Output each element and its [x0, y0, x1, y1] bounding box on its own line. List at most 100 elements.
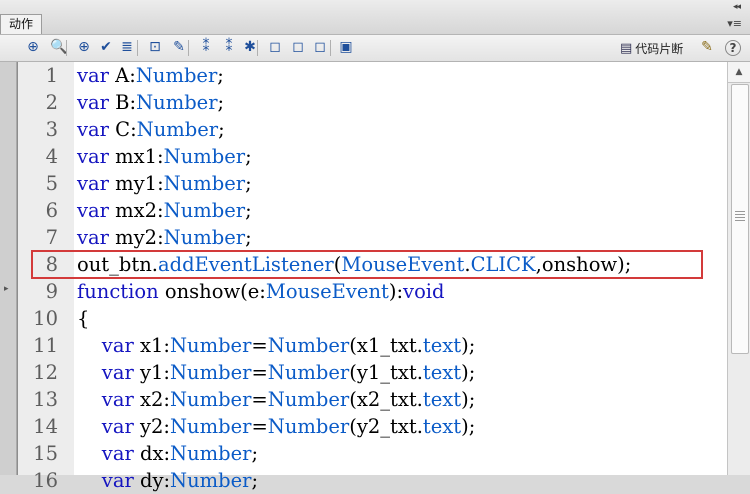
text-token: =: [251, 415, 268, 438]
code-text: var y1:Number=Number(y1_txt.text);: [77, 359, 476, 386]
collapse-panel-icon[interactable]: ◂◂: [733, 2, 741, 12]
expand-toolbox-icon[interactable]: ▸: [4, 284, 9, 294]
text-token: x1:: [133, 334, 170, 357]
text-token: ;: [251, 442, 259, 465]
apply-block-comment-icon[interactable]: ◻: [266, 38, 284, 56]
script-editor[interactable]: 1 var A:Number; 2 var B:Number; 3 var C:Numbe…: [17, 62, 728, 492]
type-token: Number: [163, 226, 246, 249]
code-line[interactable]: 4 var mx1:Number;: [18, 143, 728, 170]
keyword-token: var: [101, 469, 134, 492]
apply-line-comment-icon[interactable]: ◻: [289, 38, 307, 56]
add-script-item-icon[interactable]: ⊕: [24, 38, 42, 56]
keyword-token: var: [77, 172, 109, 195]
toolbar-separator: [137, 40, 138, 56]
code-line[interactable]: 7 var my2:Number;: [18, 224, 728, 251]
text-token: my1:: [108, 172, 164, 195]
text-token: ;: [217, 91, 225, 114]
code-line[interactable]: 8 out_btn.addEventListener(MouseEvent.CLI…: [18, 251, 728, 278]
text-token: y2:: [133, 415, 170, 438]
type-token: text: [422, 361, 462, 384]
keyword-token: var: [77, 145, 109, 168]
type-token: Number: [135, 64, 218, 87]
toggle-toolbox-icon[interactable]: ▣: [337, 38, 355, 56]
text-token: =: [251, 361, 268, 384]
line-number: 15: [33, 442, 58, 465]
line-number: 12: [33, 361, 58, 384]
auto-format-icon[interactable]: ≣: [118, 38, 136, 56]
code-line[interactable]: 5 var my1:Number;: [18, 170, 728, 197]
line-number: 14: [33, 415, 58, 438]
type-token: Number: [267, 388, 350, 411]
magic-wand-icon[interactable]: ✎: [698, 38, 716, 56]
code-line[interactable]: 16 var dy:Number;: [18, 467, 728, 494]
code-snippets-label: 代码片断: [635, 41, 684, 56]
remove-comment-icon[interactable]: ◻: [311, 38, 329, 56]
type-token: Number: [136, 91, 218, 114]
debug-options-icon[interactable]: ✎: [170, 38, 188, 56]
toolbar-separator: [330, 40, 331, 56]
panel-tab-actions[interactable]: 动作: [0, 14, 43, 34]
type-token: Number: [267, 415, 350, 438]
text-token: (y2_txt.: [349, 415, 423, 438]
collapse-between-braces-icon[interactable]: ⁑: [197, 38, 215, 56]
text-token: ;: [217, 64, 224, 87]
code-line[interactable]: 10 {: [18, 305, 728, 332]
text-token: ;: [218, 118, 225, 141]
text-token: ;: [245, 199, 252, 222]
line-number: 5: [45, 172, 58, 195]
line-number: 3: [45, 118, 58, 141]
code-snippets-button[interactable]: ▤ 代码片断: [620, 38, 683, 58]
code-line[interactable]: 15 var dx:Number;: [18, 440, 728, 467]
text-token: B:: [108, 91, 137, 114]
code-text: var C:Number;: [77, 116, 225, 143]
code-text: var my2:Number;: [77, 224, 252, 251]
code-line[interactable]: 6 var mx2:Number;: [18, 197, 728, 224]
code-text: var x1:Number=Number(x1_txt.text);: [77, 332, 475, 359]
text-token: onshow(e:: [158, 280, 266, 303]
text-token: );: [461, 361, 476, 384]
code-line[interactable]: 1 var A:Number;: [18, 62, 728, 89]
collapse-selection-icon[interactable]: ⁑: [220, 38, 238, 56]
code-line[interactable]: 14 var y2:Number=Number(y2_txt.text);: [18, 413, 728, 440]
keyword-token: var: [77, 199, 109, 222]
code-line[interactable]: 3 var C:Number;: [18, 116, 728, 143]
help-icon[interactable]: ?: [725, 40, 741, 56]
keyword-token: var: [101, 442, 134, 465]
text-token: ;: [245, 226, 252, 249]
text-token: (x2_txt.: [349, 388, 423, 411]
text-token: ;: [245, 145, 252, 168]
toolbox-collapse-strip[interactable]: ▸: [0, 62, 17, 475]
show-code-hint-icon[interactable]: ⊡: [146, 38, 164, 56]
code-snippets-icon: ▤: [620, 40, 633, 56]
line-number: 1: [45, 64, 58, 87]
keyword-token: var: [101, 361, 134, 384]
type-token: Number: [169, 361, 252, 384]
panel-menu-icon[interactable]: ▾≡: [727, 17, 742, 30]
code-line[interactable]: 12 var y1:Number=Number(y1_txt.text);: [18, 359, 728, 386]
text-token: {: [77, 307, 90, 330]
code-line[interactable]: 11 var x1:Number=Number(x1_txt.text);: [18, 332, 728, 359]
text-token: );: [461, 415, 476, 438]
scrollbar-thumb[interactable]: [731, 84, 749, 354]
code-text: var mx1:Number;: [77, 143, 252, 170]
text-token: x2:: [133, 388, 170, 411]
check-syntax-icon[interactable]: ✔: [97, 38, 115, 56]
type-token: Number: [267, 334, 350, 357]
code-line[interactable]: 13 var x2:Number=Number(x2_txt.text);: [18, 386, 728, 413]
code-text: var my1:Number;: [77, 170, 252, 197]
line-number: 13: [33, 388, 58, 411]
text-token: mx1:: [108, 145, 164, 168]
code-line[interactable]: 2 var B:Number;: [18, 89, 728, 116]
scroll-up-icon[interactable]: ▲: [728, 62, 750, 83]
insert-target-path-icon[interactable]: ⊕: [75, 38, 93, 56]
type-token: CLICK: [470, 253, 536, 276]
code-text: function onshow(e:MouseEvent):void: [77, 278, 445, 305]
text-token: out_btn.: [77, 253, 158, 276]
code-line[interactable]: 9 function onshow(e:MouseEvent):void: [18, 278, 728, 305]
vertical-scrollbar[interactable]: ▲: [727, 62, 750, 475]
